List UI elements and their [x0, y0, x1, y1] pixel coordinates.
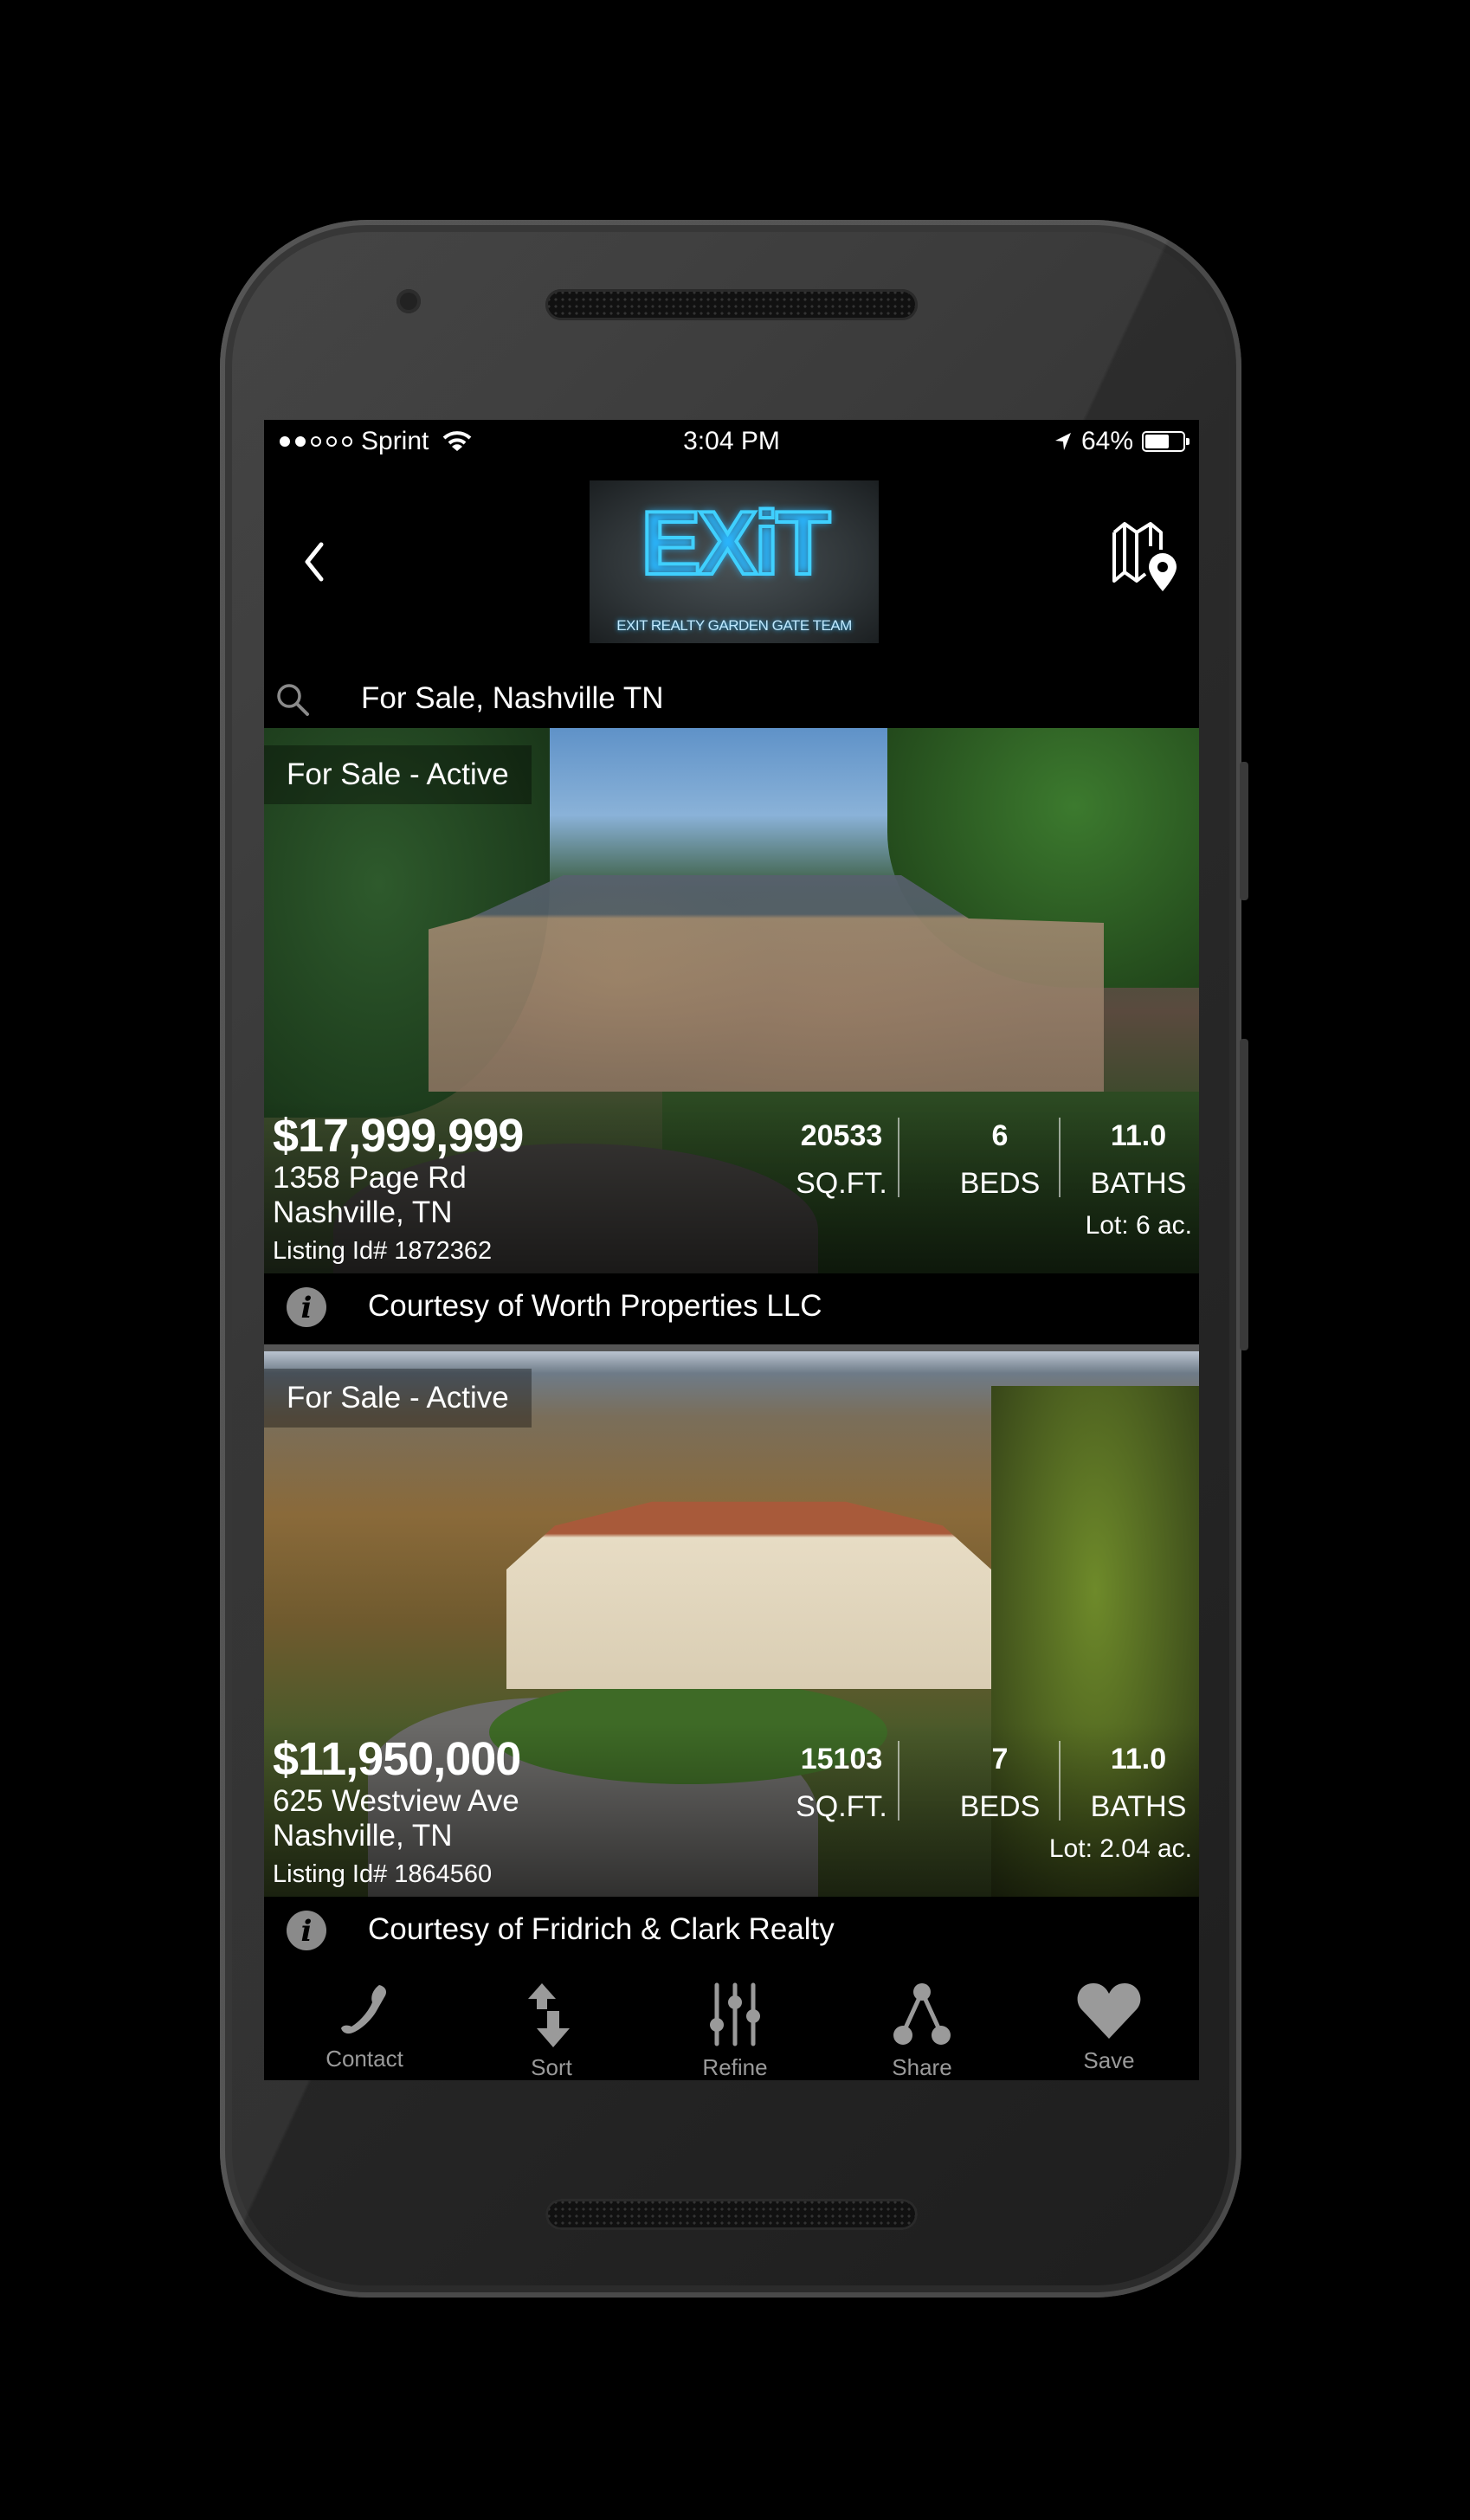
listing-card[interactable]: For Sale - Active $11,950,000 625 Westvi…	[264, 1351, 1199, 1897]
info-icon[interactable]: i	[287, 1911, 326, 1950]
sqft-value: 15103	[800, 1743, 883, 1776]
courtesy-text: Courtesy of Fridrich & Clark Realty	[368, 1912, 835, 1946]
baths-label: BATHS	[1090, 1790, 1187, 1823]
listing-price: $17,999,999	[273, 1110, 524, 1162]
beds-label: BEDS	[959, 1790, 1041, 1823]
battery-fill	[1145, 435, 1169, 448]
info-icon[interactable]: i	[287, 1287, 326, 1327]
stat-baths: 11.0 BATHS	[1086, 1119, 1190, 1201]
chevron-left-icon[interactable]	[297, 536, 332, 588]
front-camera	[397, 289, 421, 313]
search-input[interactable]: For Sale, Nashville TN	[361, 681, 663, 716]
bottom-tab-bar: Contact Sort Refine Share Save	[264, 1969, 1199, 2080]
courtesy-row[interactable]: i Courtesy of Worth Properties LLC	[264, 1273, 1199, 1344]
listing-address-line2: Nashville, TN	[273, 1196, 453, 1229]
bottom-speaker	[545, 2199, 918, 2230]
baths-label: BATHS	[1090, 1167, 1187, 1200]
location-arrow-icon	[1054, 433, 1071, 450]
beds-value: 7	[991, 1743, 1009, 1776]
listing-price: $11,950,000	[273, 1733, 521, 1785]
top-speaker	[545, 289, 918, 320]
listing-address-line1: 625 Westview Ave	[273, 1784, 519, 1818]
search-icon	[277, 684, 309, 716]
listing-id: Listing Id# 1864560	[273, 1860, 493, 1888]
lot-size: Lot: 2.04 ac.	[1048, 1834, 1192, 1863]
stat-divider	[1059, 1741, 1061, 1821]
battery-percent: 64%	[1080, 427, 1133, 455]
sliders-icon	[710, 1982, 760, 2046]
logo-tagline: EXIT REALTY GARDEN GATE TEAM	[616, 617, 852, 634]
map-pin-icon[interactable]	[1111, 520, 1180, 595]
stat-divider	[898, 1741, 899, 1821]
battery-icon	[1142, 431, 1190, 452]
baths-value: 11.0	[1110, 1119, 1167, 1152]
stat-beds: 7 BEDS	[952, 1743, 1048, 1824]
tab-sort[interactable]: Sort	[482, 1969, 621, 2080]
app-header: EXiT EXIT REALTY GARDEN GATE TEAM	[264, 467, 1199, 674]
photo-house	[506, 1501, 991, 1689]
baths-value: 11.0	[1110, 1743, 1167, 1776]
volume-button	[1240, 1039, 1248, 1350]
sqft-label: SQ.FT.	[796, 1790, 887, 1823]
listing-address-line1: 1358 Page Rd	[273, 1161, 467, 1195]
beds-label: BEDS	[959, 1167, 1041, 1200]
listing-card[interactable]: For Sale - Active $17,999,999 1358 Page …	[264, 728, 1199, 1273]
tab-label: Save	[1083, 2047, 1135, 2073]
status-bar: Sprint 3:04 PM 64%	[264, 420, 1199, 467]
courtesy-row[interactable]: i Courtesy of Fridrich & Clark Realty	[264, 1897, 1199, 1968]
stat-beds: 6 BEDS	[952, 1119, 1048, 1201]
listing-divider	[264, 1344, 1199, 1351]
status-badge: For Sale - Active	[264, 1369, 532, 1428]
phone-icon	[341, 1985, 386, 2034]
stat-sqft: 20533 SQ.FT.	[794, 1119, 889, 1201]
logo-wordmark: EXiT	[639, 492, 832, 596]
sqft-label: SQ.FT.	[796, 1167, 887, 1200]
status-right: 64%	[1054, 427, 1190, 456]
stat-divider	[1059, 1118, 1061, 1197]
lot-size: Lot: 6 ac.	[1085, 1211, 1192, 1240]
app-screen: Sprint 3:04 PM 64% EXiT EXIT REALTY GARD…	[264, 420, 1199, 2080]
sqft-value: 20533	[800, 1119, 883, 1152]
tab-refine[interactable]: Refine	[666, 1969, 804, 2080]
tab-label: Contact	[326, 2046, 403, 2072]
stat-divider	[898, 1118, 899, 1197]
sort-arrows-icon	[528, 1983, 570, 2047]
share-icon	[893, 1983, 951, 2045]
power-button	[1240, 762, 1248, 900]
heart-icon	[1077, 1983, 1141, 2039]
courtesy-text: Courtesy of Worth Properties LLC	[368, 1289, 822, 1323]
listing-id: Listing Id# 1872362	[273, 1237, 493, 1265]
stat-baths: 11.0 BATHS	[1086, 1743, 1190, 1824]
search-bar[interactable]: For Sale, Nashville TN	[264, 674, 1199, 728]
tab-label: Sort	[531, 2054, 572, 2080]
stat-sqft: 15103 SQ.FT.	[794, 1743, 889, 1824]
status-badge: For Sale - Active	[264, 745, 532, 804]
tab-contact[interactable]: Contact	[295, 1969, 434, 2080]
tab-label: Refine	[702, 2054, 768, 2080]
beds-value: 6	[991, 1119, 1009, 1152]
tab-save[interactable]: Save	[1040, 1969, 1178, 2080]
listing-address-line2: Nashville, TN	[273, 1819, 453, 1853]
tab-label: Share	[892, 2054, 952, 2080]
brand-logo[interactable]: EXiT EXIT REALTY GARDEN GATE TEAM	[590, 480, 879, 643]
tab-share[interactable]: Share	[853, 1969, 991, 2080]
